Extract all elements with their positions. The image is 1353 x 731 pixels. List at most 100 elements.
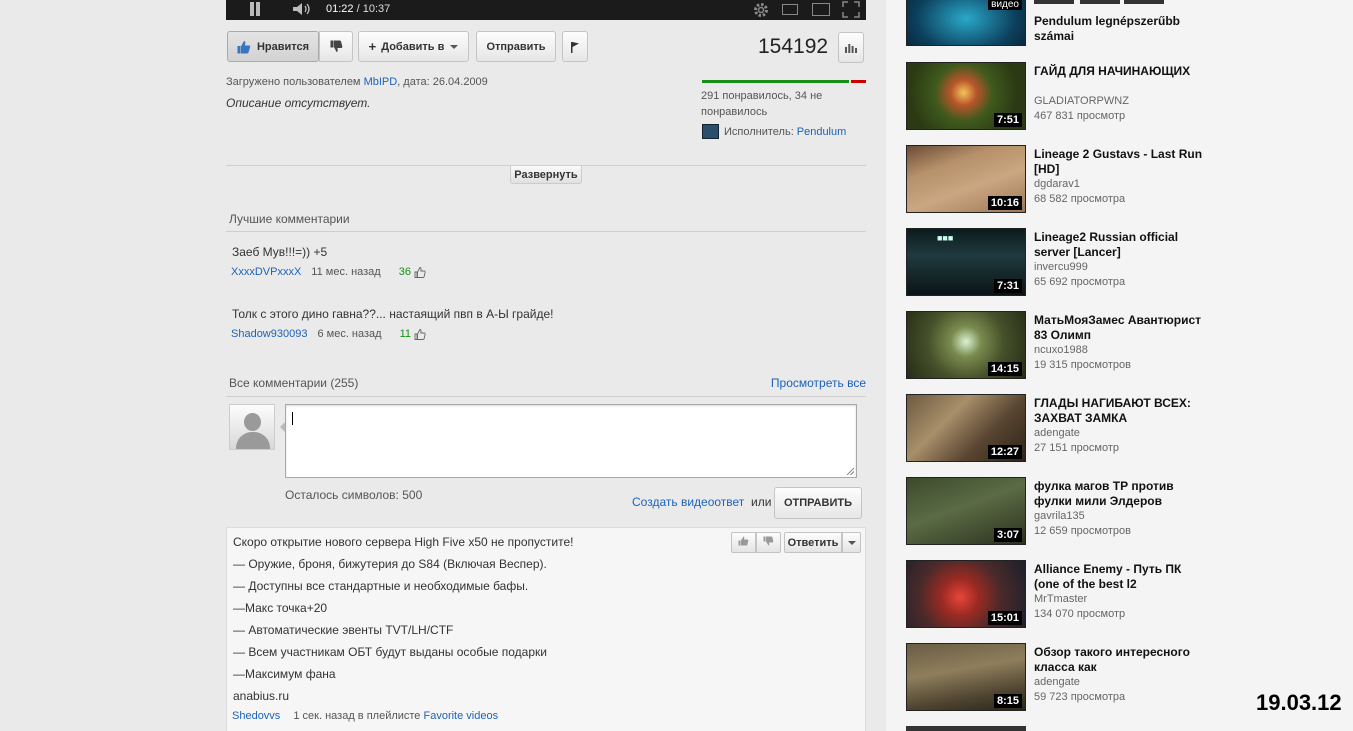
video-thumbnail[interactable]: 3:07 [906,477,1026,545]
small-player-icon[interactable] [782,4,798,15]
video-author: adengate [1034,676,1080,688]
video-title[interactable]: Lineage 2 Gustavs - Last Run [HD] [1034,147,1204,177]
large-player-icon[interactable] [812,3,830,16]
playlist-link[interactable]: Favorite videos [424,710,499,722]
comment-author[interactable]: XxxxDVPxxxX [231,266,301,278]
reply-button[interactable]: Ответить [784,532,842,553]
video-badge: видео [988,0,1022,10]
related-video[interactable]: 3:07 фулка магов ТР против фулки мили Эл… [906,477,1206,545]
chevron-down-icon [450,44,459,49]
video-views: 467 831 просмотр [1034,110,1126,122]
video-thumbnail[interactable]: 8:15 [906,643,1026,711]
video-thumbnail[interactable]: 14:15 [906,311,1026,379]
player-controls: 01:22 / 10:37 [226,0,866,20]
video-title[interactable]: Lineage2 Russian official server [Lancer… [1034,230,1204,260]
fullscreen-icon[interactable] [842,1,860,18]
thumbs-up-icon [237,40,251,54]
video-views: 12 659 просмотров [1034,525,1131,537]
stats-button[interactable] [838,32,864,63]
video-title[interactable]: Обзор такого интересного класса как [1034,645,1204,675]
related-video[interactable]: 7:51 ГАЙД ДЛЯ НАЧИНАЮЩИХ GLADIATORPWNZ 4… [906,62,1206,130]
artist-thumbnail [702,124,719,139]
video-views: 59 723 просмотра [1034,691,1126,703]
reply-menu-button[interactable] [842,532,861,553]
rating-bar [702,80,866,83]
video-title[interactable]: ГЛАДЫ НАГИБАЮТ ВСЕХ: ЗАХВАТ ЗАМКА [1034,396,1204,426]
uploader-link[interactable]: MbIPD [364,76,398,88]
divider [226,396,866,397]
submit-label: ОТПРАВИТЬ [784,497,852,509]
create-video-reply-link[interactable]: Создать видеоответ [632,495,744,509]
avatar [229,404,275,450]
thumbs-up-icon[interactable] [414,328,426,340]
video-thumbnail[interactable]: 15:01 [906,560,1026,628]
related-video[interactable]: 15:01 Alliance Enemy - Путь ПК (one of t… [906,560,1206,628]
add-to-label: Добавить в [381,40,445,53]
duration: 10:37 [362,3,391,15]
comment-line: Скоро открытие нового сервера High Five … [233,535,574,549]
view-count: 154192 [758,35,829,58]
vote-up-button[interactable] [731,532,756,553]
comment-line: anabius.ru [233,689,290,703]
video-author: adengate [1034,427,1080,439]
video-author: GLADIATORPWNZ [1034,95,1129,107]
dislike-button[interactable] [319,31,353,62]
text-cursor [292,412,293,425]
comment-author[interactable]: Shedovvs [232,710,280,722]
video-title[interactable]: ГАЙД ДЛЯ НАЧИНАЮЩИХ [1034,64,1204,79]
comment-time: 1 сек. назад в плейлисте [293,710,421,722]
video-title[interactable]: Alliance Enemy - Путь ПК (one of the bes… [1034,562,1204,592]
vote-down-button[interactable] [756,532,781,553]
view-all-link[interactable]: Просмотреть все [771,376,866,390]
video-thumbnail[interactable]: 7:51 [906,62,1026,130]
video-thumbnail[interactable]: видео [906,0,1026,46]
related-video[interactable]: видео Pendulum legnépszerűbb számai [906,0,1206,46]
comment-input[interactable] [285,404,857,478]
upload-date: , дата: 26.04.2009 [397,76,488,88]
pause-icon[interactable] [248,2,262,16]
related-video[interactable]: 14:15 МатьМояЗамес Авантюрист 83 Олимп n… [906,311,1206,379]
video-thumbnail[interactable]: 10:16 [906,145,1026,213]
add-to-button[interactable]: + Добавить в [358,31,469,62]
video-thumbnail[interactable]: ■■■ 7:31 [906,228,1026,296]
gear-icon[interactable] [752,1,770,19]
resize-handle[interactable] [847,468,854,475]
comment-text: Толк с этого дино гавна??... настаящий п… [232,307,554,321]
video-title[interactable]: фулка магов ТР против фулки мили Элдеров [1034,479,1204,509]
video-views: 134 070 просмотр [1034,608,1126,620]
video-duration: 3:07 [993,528,1022,542]
video-thumbnail[interactable]: 12:27 [906,394,1026,462]
share-label: Отправить [486,40,546,53]
thumbnail-strip [1034,0,1074,4]
artist-link[interactable]: Pendulum [797,126,847,138]
submit-comment-button[interactable]: ОТПРАВИТЬ [774,487,862,519]
chars-left: Осталось символов: 500 [285,488,423,502]
comment-likes: 11 [399,328,412,340]
comment-likes: 36 [398,266,411,278]
related-video[interactable]: 12:27 ГЛАДЫ НАГИБАЮТ ВСЕХ: ЗАХВАТ ЗАМКА … [906,394,1206,462]
video-title[interactable]: Pendulum legnépszerűbb számai [1034,14,1204,44]
video-thumbnail-partial[interactable] [906,726,1026,731]
related-video[interactable]: 10:16 Lineage 2 Gustavs - Last Run [HD] … [906,145,1206,213]
video-duration: 12:27 [987,445,1022,459]
video-author: dgdarav1 [1034,178,1080,190]
like-button[interactable]: Нравится [227,31,319,62]
artist-info: Исполнитель: Pendulum [702,124,846,139]
volume-icon[interactable] [292,2,312,16]
expand-button[interactable]: Развернуть [510,166,582,184]
video-title[interactable]: МатьМояЗамес Авантюрист 83 Олимп [1034,313,1204,343]
flag-button[interactable] [562,31,588,62]
comment-line: — Всем участникам ОБТ будут выданы особы… [233,645,547,659]
comment-meta: XxxxDVPxxxX 11 мес. назад 36 [231,266,426,278]
dislikes-fill [851,80,866,83]
thumbs-up-icon[interactable] [414,266,426,278]
thumbs-down-icon [330,40,343,53]
related-video[interactable]: ■■■ 7:31 Lineage2 Russian official serve… [906,228,1206,296]
avatar-head [244,413,261,431]
comment-author[interactable]: Shadow930093 [231,328,307,340]
thumbnail-strip [1124,0,1164,4]
related-video[interactable]: 8:15 Обзор такого интересного класса как… [906,643,1206,711]
video-duration: 14:15 [987,362,1022,376]
video-duration: 7:51 [993,113,1022,127]
share-button[interactable]: Отправить [476,31,556,62]
